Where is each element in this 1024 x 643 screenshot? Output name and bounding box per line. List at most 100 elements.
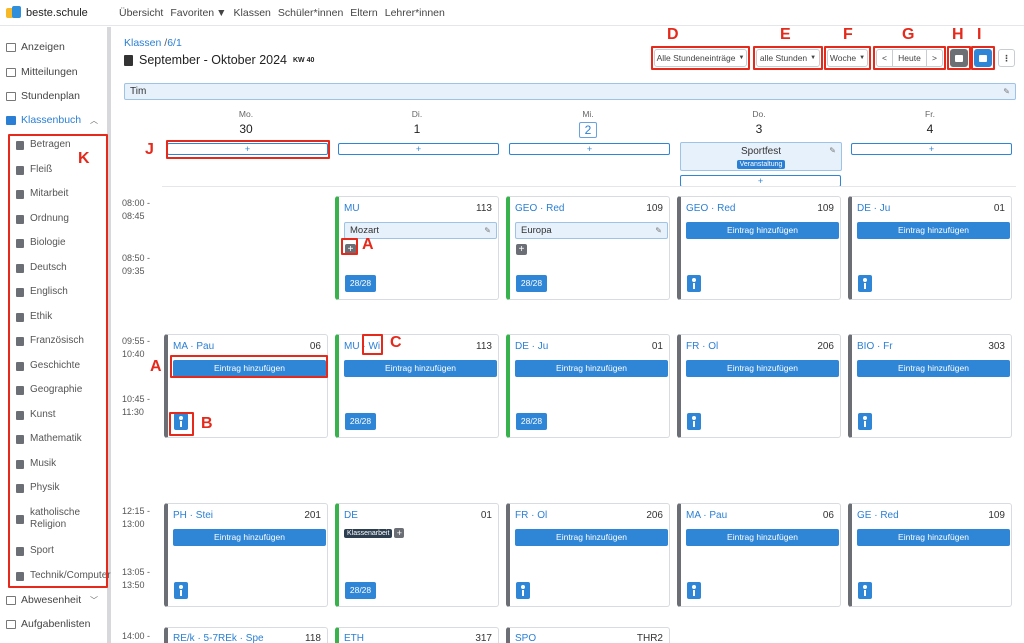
lesson-subject[interactable]: ETH: [344, 633, 364, 643]
lesson-card[interactable]: MU 113 Mozart ✎ + 28/28: [335, 196, 499, 300]
add-entry-button[interactable]: Eintrag hinzufügen: [515, 529, 668, 546]
add-day-entry-button[interactable]: +: [851, 143, 1012, 155]
lessons-filter-dropdown[interactable]: alle Stunden ▼: [756, 49, 820, 67]
exam-badge[interactable]: Klassenarbeit: [344, 528, 393, 538]
attendance-count-button[interactable]: 28/28: [516, 413, 547, 430]
sub-item-englisch[interactable]: Englisch: [16, 283, 108, 301]
entries-filter-dropdown[interactable]: Alle Stundeneinträge ▼: [654, 49, 747, 67]
attendance-count-button[interactable]: 28/28: [516, 275, 547, 292]
student-icon[interactable]: [687, 413, 701, 430]
lesson-card[interactable]: MA · Pau 06 Eintrag hinzufügen: [164, 334, 328, 438]
add-entry-icon[interactable]: +: [345, 244, 356, 255]
lesson-card[interactable]: PH · Stei 201 Eintrag hinzufügen: [164, 503, 328, 607]
pencil-icon[interactable]: ✎: [484, 223, 491, 238]
sub-item-musik[interactable]: Musik: [16, 455, 108, 473]
student-icon[interactable]: [516, 582, 530, 599]
add-entry-icon[interactable]: +: [516, 244, 527, 255]
lesson-subject[interactable]: MA · Pau: [173, 341, 214, 352]
lesson-card[interactable]: DE 01 Klassenarbeit + 28/28: [335, 503, 499, 607]
lesson-card[interactable]: FR · Ol 206 Eintrag hinzufügen: [506, 503, 670, 607]
sub-item-ordnung[interactable]: Ordnung: [16, 210, 108, 228]
student-icon[interactable]: [687, 582, 701, 599]
add-day-entry-button[interactable]: +: [167, 143, 328, 155]
sub-item-kath-religion[interactable]: katholische Religion: [16, 504, 108, 534]
add-entry-button[interactable]: Eintrag hinzufügen: [857, 360, 1010, 377]
view-dropdown[interactable]: Woche ▼: [827, 49, 868, 67]
lesson-subject[interactable]: DE · Ju: [857, 203, 890, 214]
student-icon[interactable]: [858, 413, 872, 430]
lesson-card[interactable]: DE · Ju 01 Eintrag hinzufügen: [848, 196, 1012, 300]
sub-item-biologie[interactable]: Biologie: [16, 234, 108, 252]
sub-item-mathematik[interactable]: Mathematik: [16, 430, 108, 448]
lesson-card[interactable]: BIO · Fr 303 Eintrag hinzufügen: [848, 334, 1012, 438]
sidebar-item-klassenbuch[interactable]: Klassenbuch ︿: [6, 111, 106, 129]
sidebar-item-stundenplan[interactable]: Stundenplan: [6, 87, 106, 105]
lesson-subject[interactable]: GE · Red: [857, 510, 899, 521]
lesson-card[interactable]: SPO THR2: [506, 627, 670, 643]
sub-item-physik[interactable]: Physik: [16, 479, 108, 497]
student-filter-bar[interactable]: Tim ✎: [124, 83, 1016, 100]
lesson-subject[interactable]: GEO · Red: [515, 203, 564, 214]
sub-item-ethik[interactable]: Ethik: [16, 308, 108, 326]
brand[interactable]: beste.schule: [0, 5, 113, 21]
sub-item-franzoesisch[interactable]: Französisch: [16, 332, 108, 350]
add-entry-button[interactable]: Eintrag hinzufügen: [857, 529, 1010, 546]
student-icon[interactable]: [687, 275, 701, 292]
attendance-count-button[interactable]: 28/28: [345, 275, 376, 292]
more-options-button[interactable]: ⋮: [998, 49, 1015, 67]
sub-item-betragen[interactable]: Betragen: [16, 136, 108, 154]
lesson-topic[interactable]: Europa ✎: [515, 222, 668, 239]
nav-klassen[interactable]: Klassen: [234, 7, 271, 19]
lesson-subject[interactable]: BIO · Fr: [857, 341, 893, 352]
lesson-card[interactable]: FR · Ol 206 Eintrag hinzufügen: [677, 334, 841, 438]
lesson-subject[interactable]: MU: [344, 203, 360, 214]
lesson-card[interactable]: GEO · Red 109 Europa ✎ + 28/28: [506, 196, 670, 300]
prev-week-button[interactable]: <: [876, 49, 893, 67]
student-icon[interactable]: [858, 582, 872, 599]
nav-uebersicht[interactable]: Übersicht: [119, 7, 163, 19]
lesson-subject[interactable]: FR · Ol: [515, 510, 547, 521]
attendance-count-button[interactable]: 28/28: [345, 582, 376, 599]
sidebar-item-anzeigen[interactable]: Anzeigen: [6, 38, 106, 56]
sub-item-deutsch[interactable]: Deutsch: [16, 259, 108, 277]
nav-lehrer[interactable]: Lehrer*innen: [385, 7, 445, 19]
sub-item-mitarbeit[interactable]: Mitarbeit: [16, 185, 108, 203]
lesson-subject[interactable]: FR · Ol: [686, 341, 718, 352]
lesson-subject[interactable]: PH · Stei: [173, 510, 213, 521]
lesson-subject[interactable]: DE: [344, 510, 358, 521]
lesson-subject[interactable]: MU · Wi: [344, 341, 380, 352]
add-entry-button[interactable]: Eintrag hinzufügen: [857, 222, 1010, 239]
pencil-icon[interactable]: ✎: [829, 146, 836, 155]
lesson-subject[interactable]: RE/k · 5-7REk · Spe: [173, 633, 264, 643]
sidebar-item-abwesenheit[interactable]: Abwesenheit ﹀: [6, 591, 106, 609]
lesson-subject[interactable]: SPO: [515, 633, 536, 643]
lesson-card[interactable]: DE · Ju 01 Eintrag hinzufügen 28/28: [506, 334, 670, 438]
sidebar-item-mitteilungen[interactable]: Mitteilungen: [6, 63, 106, 81]
student-icon[interactable]: [174, 582, 188, 599]
lesson-card[interactable]: MU · Wi 113 Eintrag hinzufügen 28/28: [335, 334, 499, 438]
sub-item-kunst[interactable]: Kunst: [16, 406, 108, 424]
day-event[interactable]: Sportfest Veranstaltung ✎: [680, 142, 842, 171]
breadcrumb-root[interactable]: Klassen: [124, 37, 161, 49]
nav-schueler[interactable]: Schüler*innen: [278, 7, 343, 19]
lesson-subject[interactable]: MA · Pau: [686, 510, 727, 521]
add-entry-button[interactable]: Eintrag hinzufügen: [344, 360, 497, 377]
sub-item-fleiss[interactable]: Fleiß: [16, 161, 108, 179]
pencil-icon[interactable]: ✎: [655, 223, 662, 238]
today-button[interactable]: Heute: [892, 49, 927, 67]
sidebar-item-aufgabenlisten[interactable]: Aufgabenlisten: [6, 615, 106, 633]
add-entry-button[interactable]: Eintrag hinzufügen: [173, 360, 326, 377]
next-week-button[interactable]: >: [926, 49, 943, 67]
sub-item-geographie[interactable]: Geographie: [16, 381, 108, 399]
add-entry-button[interactable]: Eintrag hinzufügen: [515, 360, 668, 377]
lesson-card[interactable]: ETH 317: [335, 627, 499, 643]
lesson-subject[interactable]: GEO · Red: [686, 203, 735, 214]
lesson-card[interactable]: MA · Pau 06 Eintrag hinzufügen: [677, 503, 841, 607]
sub-item-technik[interactable]: Technik/Computer: [16, 567, 111, 585]
breadcrumb-current[interactable]: 6/1: [167, 37, 182, 49]
add-day-entry-button[interactable]: +: [338, 143, 499, 155]
lesson-card[interactable]: GE · Red 109 Eintrag hinzufügen: [848, 503, 1012, 607]
add-entry-button[interactable]: Eintrag hinzufügen: [686, 529, 839, 546]
sub-item-geschichte[interactable]: Geschichte: [16, 357, 108, 375]
add-entry-button[interactable]: Eintrag hinzufügen: [686, 360, 839, 377]
